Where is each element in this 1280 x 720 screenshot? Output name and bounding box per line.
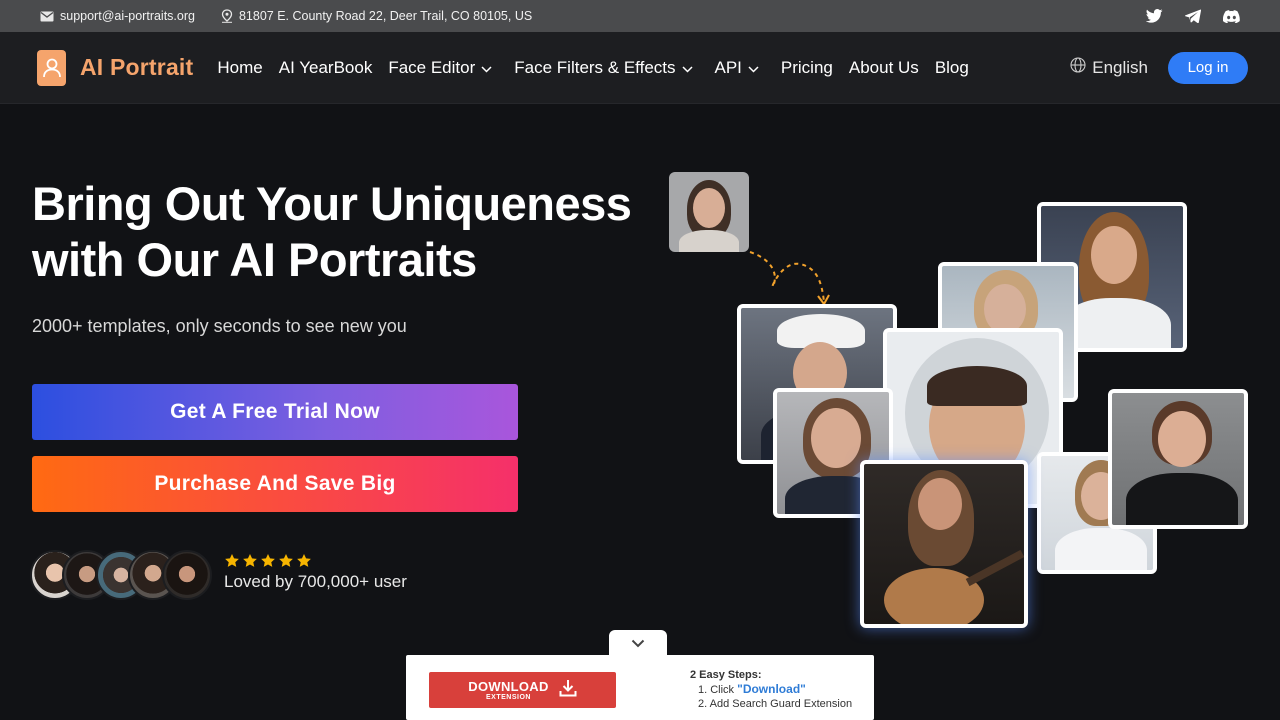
address-text: 81807 E. County Road 22, Deer Trail, CO … — [238, 9, 533, 23]
site-logo[interactable]: AI Portrait — [37, 49, 194, 86]
chevron-down-icon[interactable] — [748, 58, 759, 78]
nav-item-ai-yearbook[interactable]: AI YearBook — [279, 58, 373, 78]
portrait-guitarist — [860, 460, 1028, 628]
star-icon — [261, 554, 275, 567]
hero-title: Bring Out Your Uniqueness with Our AI Po… — [32, 176, 672, 288]
hero-title-line-1: Bring Out Your Uniqueness — [32, 177, 632, 230]
nav-item-label[interactable]: API — [715, 58, 742, 78]
chevron-down-icon[interactable] — [481, 58, 492, 78]
star-icon — [297, 554, 311, 567]
portrait-business — [1108, 389, 1248, 529]
download-icon[interactable] — [559, 679, 577, 702]
rating-block: Loved by 700,000+ user — [224, 553, 407, 592]
hero-subtitle: 2000+ templates, only seconds to see new… — [32, 316, 407, 336]
language-label[interactable]: English — [1092, 58, 1148, 78]
download-extension-bar: DOWNLOAD EXTENSION 2 Easy Steps: 1. Clic… — [406, 655, 874, 720]
star-icon — [279, 554, 293, 567]
step-1-keyword: "Download" — [737, 682, 806, 696]
address-info: 81807 E. County Road 22, Deer Trail, CO … — [221, 9, 532, 23]
social-links — [1146, 9, 1240, 23]
nav-item-pricing[interactable]: Pricing — [781, 58, 833, 78]
install-steps: 2 Easy Steps: 1. Click "Download" 2. Add… — [690, 668, 852, 711]
support-email[interactable]: support@ai-portraits.org — [60, 9, 195, 23]
steps-title: 2 Easy Steps: — [690, 669, 762, 681]
nav-item-label[interactable]: Pricing — [781, 58, 833, 78]
telegram-icon[interactable] — [1185, 9, 1201, 23]
download-button-text[interactable]: DOWNLOAD EXTENSION — [468, 679, 548, 701]
nav-menu: Home AI YearBook Face Editor Face Filter… — [217, 58, 984, 78]
purchase-button[interactable]: Purchase And Save Big — [32, 456, 518, 512]
nav-item-face-filters[interactable]: Face Filters & Effects — [514, 58, 693, 78]
nav-item-blog[interactable]: Blog — [935, 58, 969, 78]
logo-icon — [37, 49, 66, 86]
user-avatars — [30, 550, 212, 602]
discord-icon[interactable] — [1223, 9, 1240, 23]
nav-item-label[interactable]: Face Filters & Effects — [514, 58, 675, 78]
nav-item-face-editor[interactable]: Face Editor — [388, 58, 492, 78]
email-info[interactable]: support@ai-portraits.org — [40, 9, 195, 23]
nav-item-label[interactable]: Blog — [935, 58, 969, 78]
globe-icon[interactable] — [1070, 57, 1086, 78]
step-2: 2. Add Search Guard Extension — [698, 698, 853, 710]
step-1-text: 1. Click — [698, 684, 738, 696]
logo-text: AI Portrait — [80, 54, 194, 80]
collapse-tab[interactable] — [609, 630, 667, 658]
nav-item-label[interactable]: About Us — [849, 58, 919, 78]
nav-item-label[interactable]: AI YearBook — [279, 58, 373, 78]
chevron-down-icon[interactable] — [681, 58, 693, 78]
mail-icon — [40, 11, 54, 22]
dotted-arrow-icon — [749, 251, 830, 306]
extension-label[interactable]: EXTENSION — [468, 694, 548, 701]
download-extension-button[interactable]: DOWNLOAD EXTENSION — [429, 672, 616, 708]
step-1: 1. Click "Download" — [690, 682, 852, 697]
language-selector[interactable]: English — [1070, 57, 1148, 78]
chevron-down-icon[interactable] — [631, 635, 645, 653]
rating-stars — [224, 553, 407, 569]
free-trial-button[interactable]: Get A Free Trial Now — [32, 384, 518, 440]
nav-right: English Log in — [1070, 51, 1248, 84]
star-icon — [243, 554, 257, 567]
nav-item-label[interactable]: Face Editor — [388, 58, 475, 78]
source-portrait — [669, 172, 749, 252]
nav-item-about-us[interactable]: About Us — [849, 58, 919, 78]
login-button[interactable]: Log in — [1168, 51, 1248, 84]
location-pin-icon — [221, 9, 233, 23]
twitter-icon[interactable] — [1146, 9, 1163, 23]
main-navigation: AI Portrait Home AI YearBook Face Editor… — [0, 32, 1280, 104]
hero-title-line-2: with Our AI Portraits — [32, 233, 477, 286]
loved-by-text: Loved by 700,000+ user — [224, 572, 407, 591]
avatar — [162, 550, 212, 600]
nav-item-home[interactable]: Home — [217, 58, 262, 78]
top-info-bar: support@ai-portraits.org 81807 E. County… — [0, 0, 1280, 32]
download-label[interactable]: DOWNLOAD — [468, 679, 548, 694]
nav-item-label[interactable]: Home — [217, 58, 262, 78]
star-icon — [225, 554, 239, 567]
nav-item-api[interactable]: API — [715, 58, 759, 78]
